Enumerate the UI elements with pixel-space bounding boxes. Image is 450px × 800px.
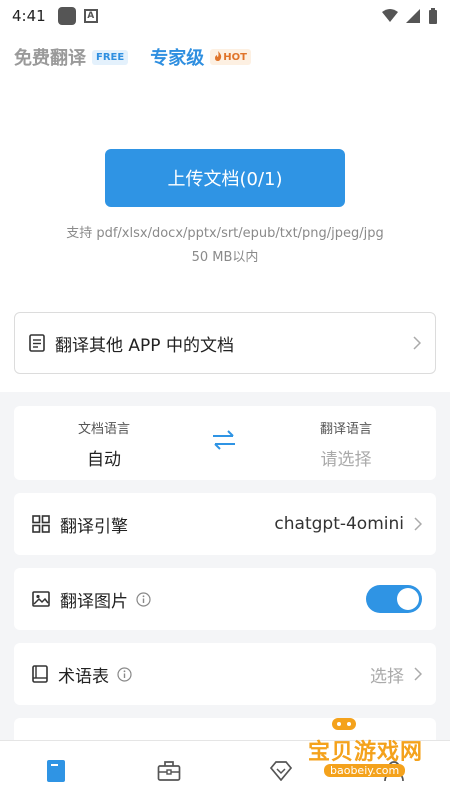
toolbox-icon [157, 760, 181, 781]
size-limit-text: 50 MB以内 [191, 250, 259, 265]
watermark: 宝贝游戏网 baobeiy.com [300, 712, 450, 782]
info-icon[interactable] [117, 666, 132, 682]
translate-images-toggle[interactable] [366, 585, 422, 613]
image-icon [32, 591, 50, 607]
watermark-url: baobeiy.com [324, 764, 406, 777]
translate-images-label: 翻译图片 [60, 591, 128, 612]
nav-documents[interactable] [36, 751, 76, 791]
tab-expert[interactable]: 专家级 HOT [150, 44, 251, 70]
language-card: 文档语言 自动 翻译语言 请选择 [14, 406, 436, 480]
translation-engine-value: chatgpt-4omini [274, 514, 404, 534]
battery-icon [429, 8, 437, 24]
tab-expert-label: 专家级 [150, 48, 205, 69]
chevron-right-icon [414, 667, 422, 681]
target-language-selector[interactable]: 翻译语言 请选择 [276, 418, 416, 470]
hot-badge-text: HOT [223, 52, 247, 63]
document-icon [29, 334, 45, 352]
target-language-title: 翻译语言 [319, 422, 372, 437]
status-bar: 4:41 A [0, 0, 450, 32]
mode-tabs: 免费翻译 FREE 专家级 HOT [14, 44, 273, 70]
hot-badge: HOT [210, 49, 251, 65]
status-icons [382, 8, 438, 24]
chevron-right-icon [413, 336, 421, 350]
gamepad-icon [332, 718, 356, 730]
source-language-value: 自动 [87, 450, 121, 470]
source-language-title: 文档语言 [77, 422, 130, 437]
swap-languages-icon[interactable] [211, 430, 237, 450]
tab-free-label: 免费翻译 [14, 48, 86, 69]
font-notification-icon: A [83, 9, 98, 23]
diamond-icon [270, 760, 293, 781]
nav-membership[interactable] [261, 751, 301, 791]
source-language-selector[interactable]: 文档语言 自动 [34, 418, 174, 470]
upload-document-button[interactable]: 上传文档(0/1) [105, 149, 345, 207]
translation-engine-label: 翻译引擎 [60, 516, 128, 537]
translate-other-app-label: 翻译其他 APP 中的文档 [55, 335, 234, 356]
book-icon [32, 665, 48, 683]
toggle-knob [397, 588, 419, 610]
nav-toolbox[interactable] [149, 751, 189, 791]
free-badge: FREE [92, 49, 129, 65]
watermark-text: 宝贝游戏网 [308, 740, 424, 765]
chevron-right-icon [414, 517, 422, 531]
glossary-value: 选择 [370, 666, 404, 687]
tab-free-translate[interactable]: 免费翻译 FREE [14, 44, 129, 70]
target-language-placeholder: 请选择 [320, 450, 372, 470]
supported-formats-text: 支持 pdf/xlsx/docx/pptx/srt/epub/txt/png/j… [66, 226, 384, 241]
status-time: 4:41 [12, 7, 46, 25]
signal-icon [406, 9, 420, 23]
info-icon[interactable] [136, 591, 151, 607]
glossary-row[interactable]: 术语表 选择 [14, 643, 436, 705]
translate-images-row: 翻译图片 [14, 568, 436, 630]
fire-icon [215, 51, 222, 61]
wifi-icon [382, 9, 398, 22]
notification-icon [57, 7, 76, 25]
translation-engine-row[interactable]: 翻译引擎 chatgpt-4omini [14, 493, 436, 555]
glossary-label: 术语表 [58, 666, 109, 687]
translate-other-app-row[interactable]: 翻译其他 APP 中的文档 [14, 312, 436, 374]
document-nav-icon [47, 759, 66, 782]
grid-icon [32, 515, 50, 533]
